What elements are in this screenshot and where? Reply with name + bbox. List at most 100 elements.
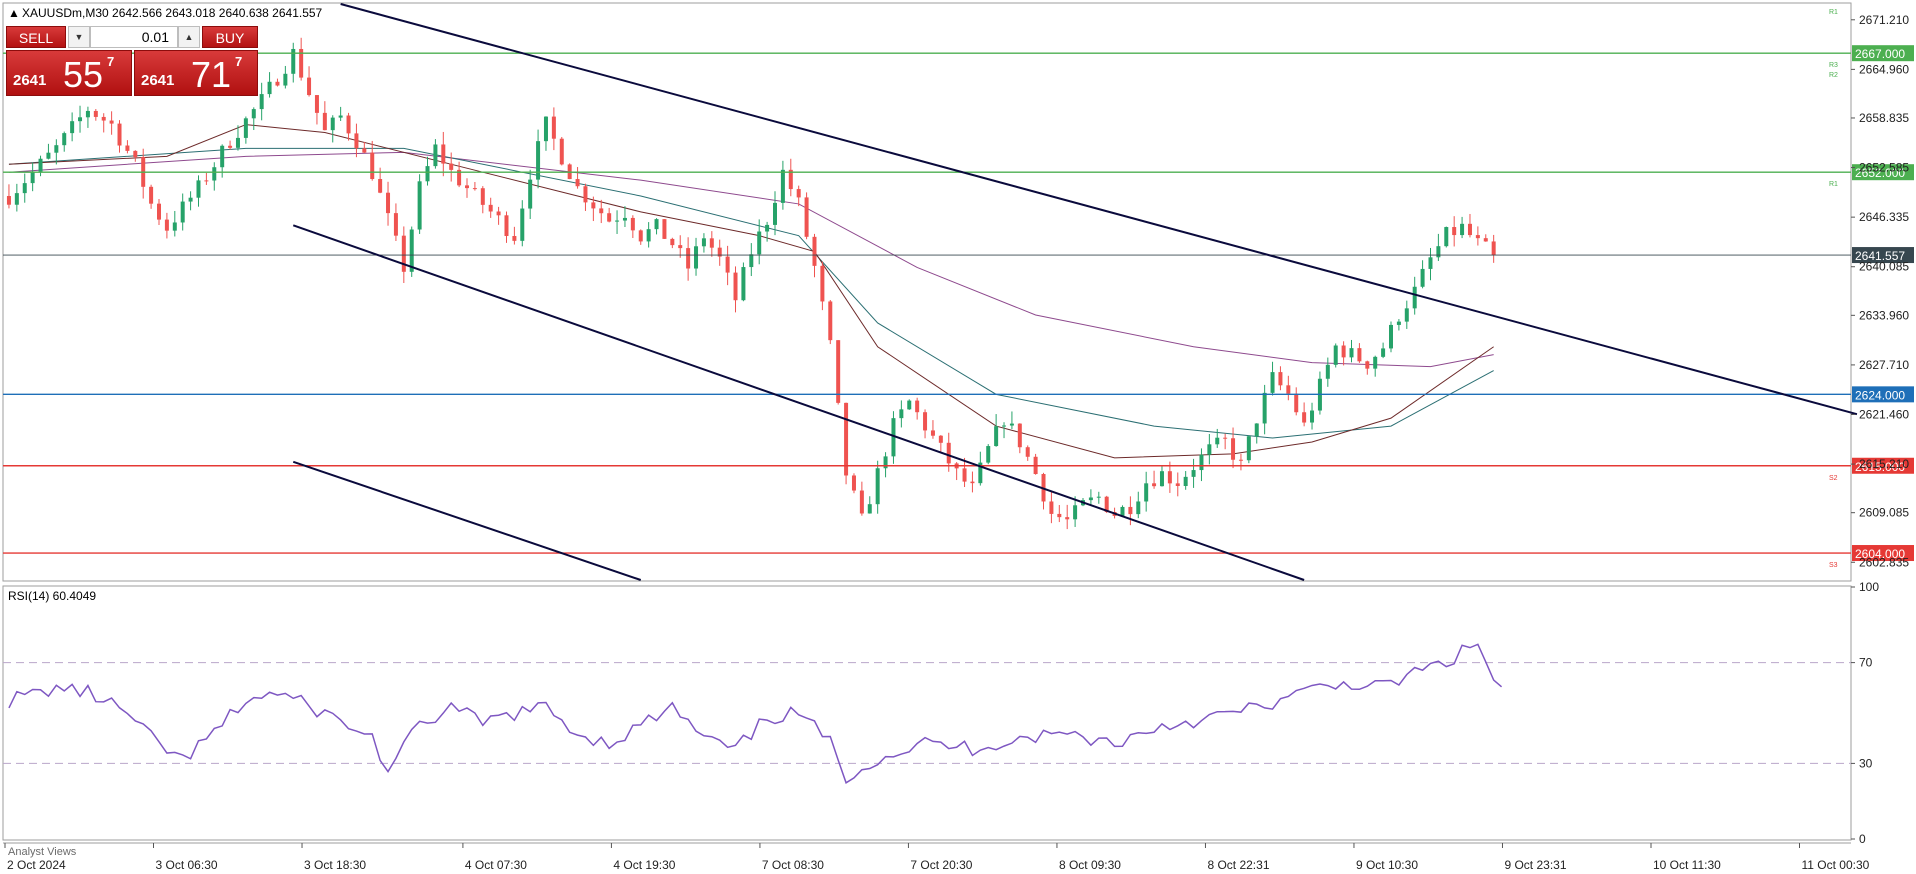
candle-body bbox=[875, 468, 880, 505]
candle-body bbox=[54, 145, 59, 153]
candle-body bbox=[283, 73, 288, 86]
candle-body bbox=[1096, 496, 1101, 498]
candle-body bbox=[1389, 324, 1393, 349]
candle-body bbox=[1262, 392, 1267, 424]
buy-price-button[interactable]: 2641 71 7 bbox=[134, 50, 258, 96]
candle-body bbox=[401, 235, 406, 272]
candle-body bbox=[188, 197, 193, 202]
candle-body bbox=[836, 340, 841, 403]
candle-body bbox=[1373, 356, 1378, 369]
candle-body bbox=[38, 158, 43, 172]
chart-canvas[interactable]: 2667.000R32652.000R12641.5572624.0002615… bbox=[0, 0, 1916, 874]
price-level-label: 2667.000 bbox=[1855, 47, 1905, 61]
candle-body bbox=[551, 116, 556, 139]
candle-body bbox=[1310, 410, 1315, 423]
candle-body bbox=[1428, 257, 1433, 269]
chevron-down-icon: ▼ bbox=[74, 32, 84, 42]
candle-body bbox=[354, 133, 359, 149]
y-tick-label: 2602.835 bbox=[1859, 555, 1909, 569]
sell-button[interactable]: SELL bbox=[6, 26, 66, 48]
candle-body bbox=[78, 117, 83, 122]
candle-body bbox=[307, 77, 312, 96]
rsi-y-tick-label: 30 bbox=[1859, 756, 1873, 770]
sell-price-button[interactable]: 2641 55 7 bbox=[6, 50, 132, 96]
analyst-views-tab[interactable]: Analyst Views bbox=[8, 846, 77, 858]
candle-body bbox=[1460, 223, 1465, 236]
candle-body bbox=[1128, 506, 1133, 515]
lot-decrease-button[interactable]: ▼ bbox=[68, 26, 90, 48]
candle-body bbox=[1025, 447, 1030, 457]
candle-body bbox=[243, 118, 248, 138]
candle-body bbox=[1183, 476, 1188, 486]
candle-body bbox=[504, 215, 509, 237]
candle-body bbox=[322, 112, 327, 131]
candle-body bbox=[480, 188, 485, 205]
candle-body bbox=[1057, 513, 1062, 518]
candle-body bbox=[1199, 454, 1204, 471]
candle-body bbox=[1049, 501, 1054, 514]
candle-body bbox=[62, 133, 67, 146]
candle-body bbox=[899, 409, 904, 419]
chevron-up-icon: ▲ bbox=[184, 32, 194, 42]
candle-body bbox=[1065, 517, 1070, 520]
candle-body bbox=[1381, 348, 1386, 357]
candle-body bbox=[157, 203, 161, 220]
candle-body bbox=[30, 171, 35, 184]
x-tick-label: 8 Oct 09:30 bbox=[1059, 858, 1121, 872]
candle-body bbox=[172, 222, 177, 231]
candle-body bbox=[851, 475, 856, 491]
candle-body bbox=[117, 123, 122, 146]
candle-body bbox=[346, 115, 351, 134]
y-tick-label: 2633.960 bbox=[1859, 308, 1909, 322]
candle-body bbox=[496, 211, 501, 216]
y-tick-label: 2652.585 bbox=[1859, 161, 1909, 175]
candle-body bbox=[1302, 412, 1307, 423]
buy-button[interactable]: BUY bbox=[202, 26, 258, 48]
candle-body bbox=[915, 400, 920, 413]
candle-body bbox=[804, 197, 809, 237]
candle-body bbox=[338, 115, 343, 118]
candle-body bbox=[1444, 227, 1449, 247]
candle-body bbox=[22, 183, 27, 194]
candle-body bbox=[638, 230, 643, 242]
candle-body bbox=[46, 152, 51, 159]
candle-body bbox=[1396, 321, 1401, 325]
y-tick-label: 2646.335 bbox=[1859, 210, 1909, 224]
x-tick-label: 9 Oct 10:30 bbox=[1356, 858, 1418, 872]
x-tick-label: 11 Oct 00:30 bbox=[1801, 858, 1869, 872]
candle-body bbox=[101, 116, 106, 121]
x-tick-label: 9 Oct 23:31 bbox=[1504, 858, 1566, 872]
candle-body bbox=[883, 456, 888, 469]
candle-body bbox=[670, 238, 675, 246]
candle-body bbox=[1325, 364, 1330, 379]
candle-body bbox=[220, 145, 225, 168]
candle-body bbox=[314, 95, 319, 113]
candle-body bbox=[780, 169, 785, 203]
candle-body bbox=[6, 196, 11, 205]
lot-increase-button[interactable]: ▲ bbox=[178, 26, 200, 48]
lot-size-input[interactable] bbox=[90, 26, 178, 48]
candle-body bbox=[149, 186, 154, 204]
candle-body bbox=[773, 202, 777, 225]
rsi-y-tick-label: 100 bbox=[1859, 580, 1879, 594]
candle-body bbox=[1254, 423, 1259, 437]
candle-body bbox=[472, 188, 477, 190]
candle-body bbox=[749, 254, 754, 268]
candle-body bbox=[212, 167, 217, 181]
candle-body bbox=[1017, 423, 1022, 448]
candle-body bbox=[1009, 423, 1014, 426]
candle-body bbox=[425, 166, 430, 182]
y-tick-label: 2609.085 bbox=[1859, 506, 1909, 520]
candle-body bbox=[1333, 345, 1338, 365]
candle-body bbox=[583, 186, 588, 203]
rsi-y-tick-label: 0 bbox=[1859, 832, 1866, 846]
candle-body bbox=[1231, 438, 1236, 460]
candle-body bbox=[528, 179, 533, 209]
candle-body bbox=[615, 220, 620, 222]
level-marker-label: R2 bbox=[1829, 72, 1838, 79]
candle-body bbox=[1270, 372, 1275, 393]
candle-body bbox=[196, 180, 201, 198]
candle-body bbox=[1088, 497, 1093, 501]
candle-body bbox=[622, 217, 627, 221]
candle-body bbox=[1278, 372, 1283, 386]
